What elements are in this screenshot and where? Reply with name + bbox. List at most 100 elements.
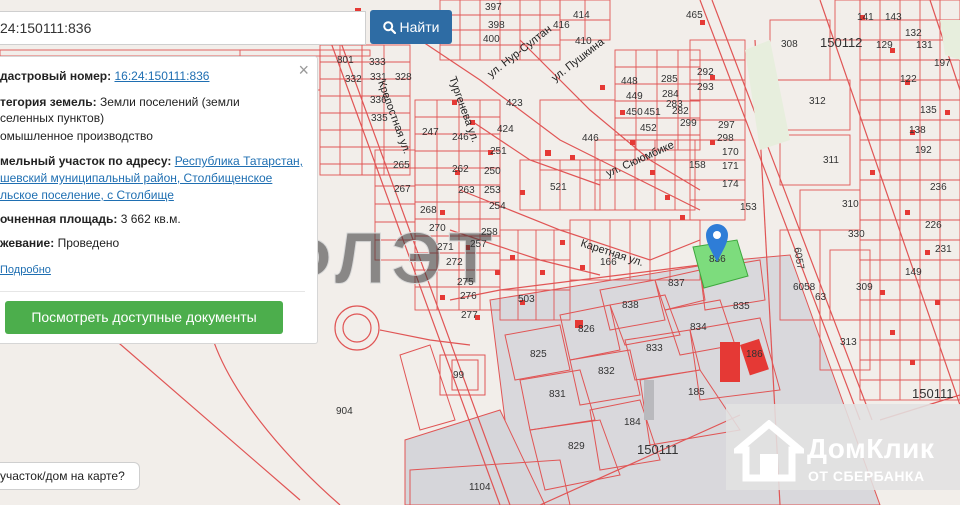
svg-text:132: 132 — [905, 28, 922, 39]
area-label: очненная площадь: — [0, 212, 118, 226]
quarter-label-3: 150111 — [912, 386, 953, 401]
svg-text:158: 158 — [689, 160, 706, 171]
land-category-value: Земли поселений (земли — [99, 95, 240, 109]
svg-text:247: 247 — [422, 127, 439, 138]
svg-text:231: 231 — [935, 244, 952, 255]
svg-text:265: 265 — [393, 160, 410, 171]
svg-text:251: 251 — [490, 146, 507, 157]
svg-text:451: 451 — [644, 107, 661, 118]
survey-label: жевание: — [0, 236, 55, 250]
svg-text:275: 275 — [457, 277, 474, 288]
svg-text:801: 801 — [337, 55, 354, 66]
svg-text:131: 131 — [916, 40, 933, 51]
svg-text:833: 833 — [646, 343, 663, 354]
svg-text:311: 311 — [823, 155, 839, 166]
svg-text:129: 129 — [876, 40, 893, 51]
svg-text:831: 831 — [549, 389, 566, 400]
domclick-sub: ОТ СБЕРБАНКА — [808, 468, 925, 484]
svg-text:837: 837 — [668, 278, 685, 289]
svg-text:293: 293 — [697, 82, 714, 93]
svg-text:135: 135 — [920, 105, 937, 116]
view-documents-button[interactable]: Посмотреть доступные документы — [5, 301, 283, 334]
panel-divider — [0, 291, 305, 292]
svg-text:236: 236 — [930, 182, 947, 193]
address-link-line1[interactable]: Республика Татарстан, — [175, 154, 303, 168]
svg-text:184: 184 — [624, 417, 641, 428]
svg-text:263: 263 — [458, 185, 475, 196]
svg-text:312: 312 — [809, 96, 826, 107]
svg-text:272: 272 — [446, 257, 463, 268]
svg-text:834: 834 — [690, 322, 707, 333]
svg-text:226: 226 — [925, 220, 942, 231]
search-button[interactable]: Найти — [370, 10, 452, 44]
more-details-link[interactable]: Подробно — [0, 264, 51, 276]
svg-text:171: 171 — [722, 161, 739, 172]
svg-text:6058: 6058 — [793, 282, 816, 293]
svg-text:197: 197 — [934, 58, 951, 69]
svg-text:138: 138 — [909, 125, 926, 136]
svg-text:254: 254 — [489, 201, 506, 212]
address-link-line3[interactable]: льское поселение, с Столбище — [0, 186, 305, 204]
svg-text:276: 276 — [460, 291, 477, 302]
svg-text:63: 63 — [815, 292, 827, 303]
svg-text:313: 313 — [840, 337, 857, 348]
svg-text:268: 268 — [420, 205, 437, 216]
svg-text:328: 328 — [395, 72, 412, 83]
svg-text:521: 521 — [550, 182, 567, 193]
svg-text:282: 282 — [672, 106, 689, 117]
svg-text:397: 397 — [485, 2, 502, 13]
svg-text:423: 423 — [506, 98, 523, 109]
svg-text:185: 185 — [688, 387, 705, 398]
svg-text:277: 277 — [461, 310, 478, 321]
svg-text:267: 267 — [394, 184, 411, 195]
svg-text:1104: 1104 — [469, 482, 491, 493]
svg-text:829: 829 — [568, 441, 585, 452]
svg-text:297: 297 — [718, 120, 735, 131]
find-on-map-prompt[interactable]: участок/дом на карте? — [0, 462, 140, 490]
svg-text:465: 465 — [686, 10, 703, 21]
quarter-label-1: 150112 — [820, 35, 862, 50]
address-link-line2[interactable]: шевский муниципальный район, Столбищенск… — [0, 169, 305, 187]
svg-text:416: 416 — [553, 20, 570, 31]
svg-text:503: 503 — [518, 294, 535, 305]
svg-text:838: 838 — [622, 300, 639, 311]
svg-text:310: 310 — [842, 199, 859, 210]
svg-text:192: 192 — [915, 145, 932, 156]
svg-text:835: 835 — [733, 301, 750, 312]
svg-text:448: 448 — [621, 76, 638, 87]
svg-text:826: 826 — [578, 324, 595, 335]
domclick-watermark: ДомКлик ОТ СБЕРБАНКА — [726, 404, 960, 490]
svg-text:450: 450 — [626, 107, 643, 118]
svg-text:449: 449 — [626, 91, 643, 102]
svg-text:904: 904 — [336, 406, 353, 417]
svg-text:398: 398 — [488, 20, 505, 31]
svg-text:414: 414 — [573, 10, 590, 21]
cadastral-search-input[interactable]: 24:150111:836 — [0, 11, 366, 45]
search-icon — [382, 21, 396, 35]
svg-text:308: 308 — [781, 39, 798, 50]
svg-text:257: 257 — [470, 239, 487, 250]
area-value: 3 662 кв.м. — [120, 212, 181, 226]
svg-text:253: 253 — [484, 185, 501, 196]
quarter-label-2: 150111 — [637, 442, 678, 457]
svg-text:143: 143 — [885, 12, 902, 23]
svg-text:832: 832 — [598, 366, 615, 377]
svg-text:309: 309 — [856, 282, 873, 293]
svg-text:298: 298 — [717, 133, 734, 144]
svg-text:446: 446 — [582, 133, 599, 144]
svg-text:400: 400 — [483, 34, 500, 45]
svg-text:333: 333 — [369, 57, 386, 68]
svg-text:825: 825 — [530, 349, 547, 360]
svg-text:174: 174 — [722, 179, 739, 190]
svg-text:332: 332 — [345, 74, 362, 85]
svg-text:330: 330 — [848, 229, 865, 240]
svg-text:99: 99 — [453, 370, 465, 381]
domclick-name: ДомКлик — [807, 433, 935, 464]
svg-text:262: 262 — [452, 164, 469, 175]
svg-text:250: 250 — [484, 166, 501, 177]
cadastral-number-link[interactable]: 16:24:150111:836 — [114, 69, 209, 83]
svg-text:335: 335 — [371, 113, 388, 124]
address-label: мельный участок по адресу: — [0, 154, 172, 168]
svg-text:299: 299 — [680, 118, 697, 129]
svg-text:270: 270 — [429, 223, 446, 234]
